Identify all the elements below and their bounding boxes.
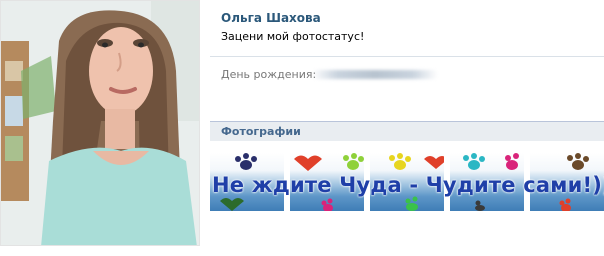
paw-heart-decoration-icon <box>220 153 257 211</box>
photo-thumbnail[interactable] <box>210 153 284 211</box>
paw-heart-decoration-icon <box>389 153 444 211</box>
paw-heart-decoration-icon <box>463 153 519 211</box>
birthday-label: День рождения: <box>221 68 317 81</box>
profile-name[interactable]: Ольга Шахова <box>221 11 321 25</box>
photos-section-title[interactable]: Фотографии <box>221 125 301 138</box>
birthday-value-blurred <box>312 70 438 79</box>
divider <box>210 56 604 57</box>
photos-section-header[interactable]: Фотографии <box>210 121 604 141</box>
photo-thumbnail[interactable] <box>450 153 524 211</box>
photo-thumbnail[interactable] <box>290 153 364 211</box>
profile-status[interactable]: Зацени мой фотостатус! <box>221 30 364 43</box>
paw-heart-decoration-icon <box>559 153 589 211</box>
photo-thumbnail[interactable] <box>530 153 604 211</box>
paw-heart-decoration-icon <box>294 153 364 211</box>
photo-thumbnail[interactable] <box>370 153 444 211</box>
avatar-photo <box>1 1 199 245</box>
photo-strip: Не ждите Чуда - Чудите сами!))) <box>210 153 604 211</box>
profile-avatar[interactable] <box>0 0 200 246</box>
